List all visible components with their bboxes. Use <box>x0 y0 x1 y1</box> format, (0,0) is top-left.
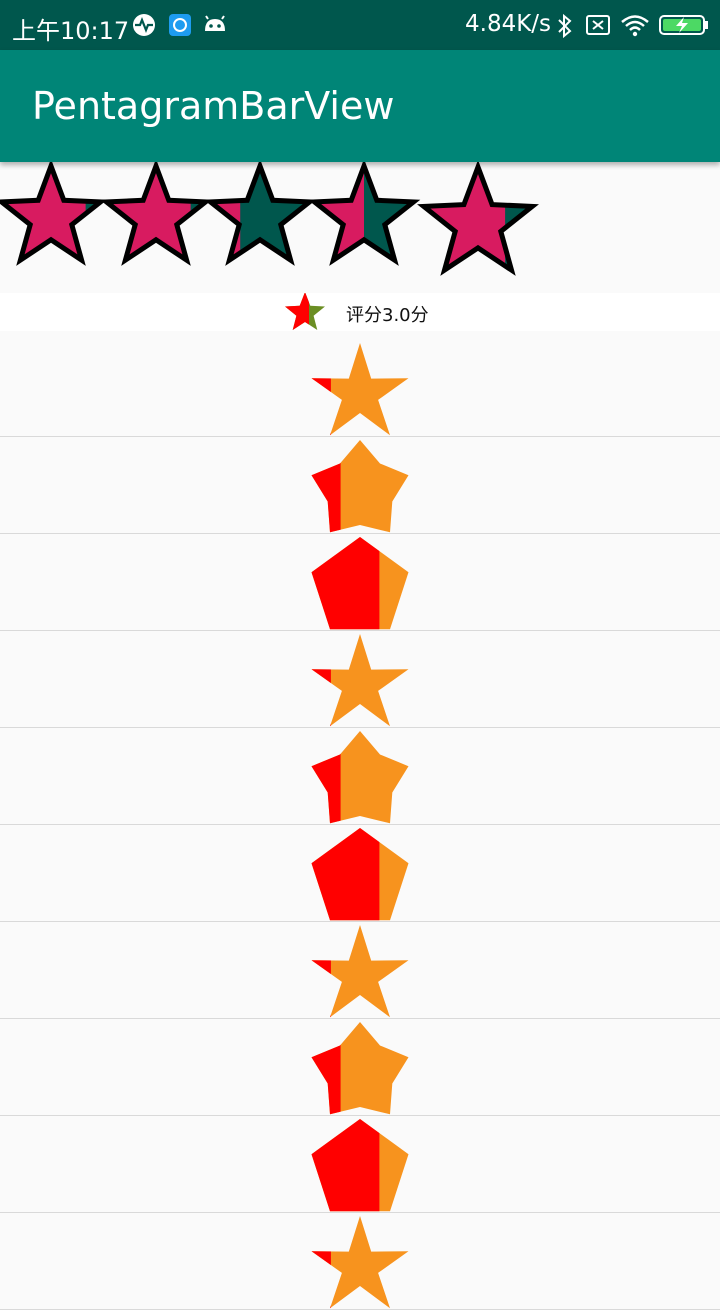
list-item-2-fill <box>311 440 409 533</box>
activity-icon <box>133 14 155 36</box>
list-item <box>0 534 720 631</box>
app-bar: PentagramBarView <box>0 50 720 162</box>
battery-charging-icon <box>659 15 708 35</box>
list-item <box>0 1213 720 1310</box>
net-speed: 4.84K/s <box>465 11 552 37</box>
star-shape-icon <box>311 343 409 436</box>
list-item-8-fill <box>311 1022 409 1115</box>
rating-text: 评分3.0分 <box>346 305 429 326</box>
list-item-4-fill <box>311 634 409 727</box>
app-title: PentagramBarView <box>32 84 395 128</box>
bluetooth-icon <box>558 13 572 39</box>
list-item <box>0 922 720 1019</box>
sim-off-icon <box>586 15 610 35</box>
star-angular-shape-icon <box>311 731 409 824</box>
list-item <box>0 728 720 825</box>
rating-star-shape <box>285 293 325 330</box>
android-icon <box>205 15 225 31</box>
list-item <box>0 437 720 534</box>
list-item-6-fill <box>311 828 409 921</box>
pentagon-shape-icon <box>311 537 409 630</box>
app-icon <box>169 14 191 36</box>
star-shape-icon <box>311 1216 409 1309</box>
list-item-1-fill <box>311 343 409 436</box>
status-bar: 上午10:17 4.84K/s <box>0 0 720 50</box>
star-angular-shape-icon <box>311 1022 409 1115</box>
list-item-7-fill <box>311 925 409 1018</box>
list-item-10-fill <box>311 1216 409 1309</box>
pentagon-shape-icon <box>311 828 409 921</box>
star-angular-shape-icon <box>311 440 409 533</box>
rating-star-icon <box>285 293 325 330</box>
wifi-icon <box>621 15 649 37</box>
list-item-5-fill <box>311 731 409 824</box>
pentagram-bar-top[interactable] <box>0 162 720 282</box>
pentagon-shape-icon <box>311 1119 409 1212</box>
rating-row: 评分3.0分 <box>0 293 720 331</box>
list-item <box>0 1019 720 1116</box>
star-shape-icon <box>311 925 409 1018</box>
list-item <box>0 825 720 922</box>
list-item <box>0 631 720 728</box>
shape-list <box>0 340 720 1310</box>
list-item-3-fill <box>311 537 409 630</box>
list-item <box>0 1116 720 1213</box>
status-time: 上午10:17 <box>12 17 130 45</box>
list-item <box>0 340 720 437</box>
list-item-9-fill <box>311 1119 409 1212</box>
star-shape-icon <box>311 634 409 727</box>
